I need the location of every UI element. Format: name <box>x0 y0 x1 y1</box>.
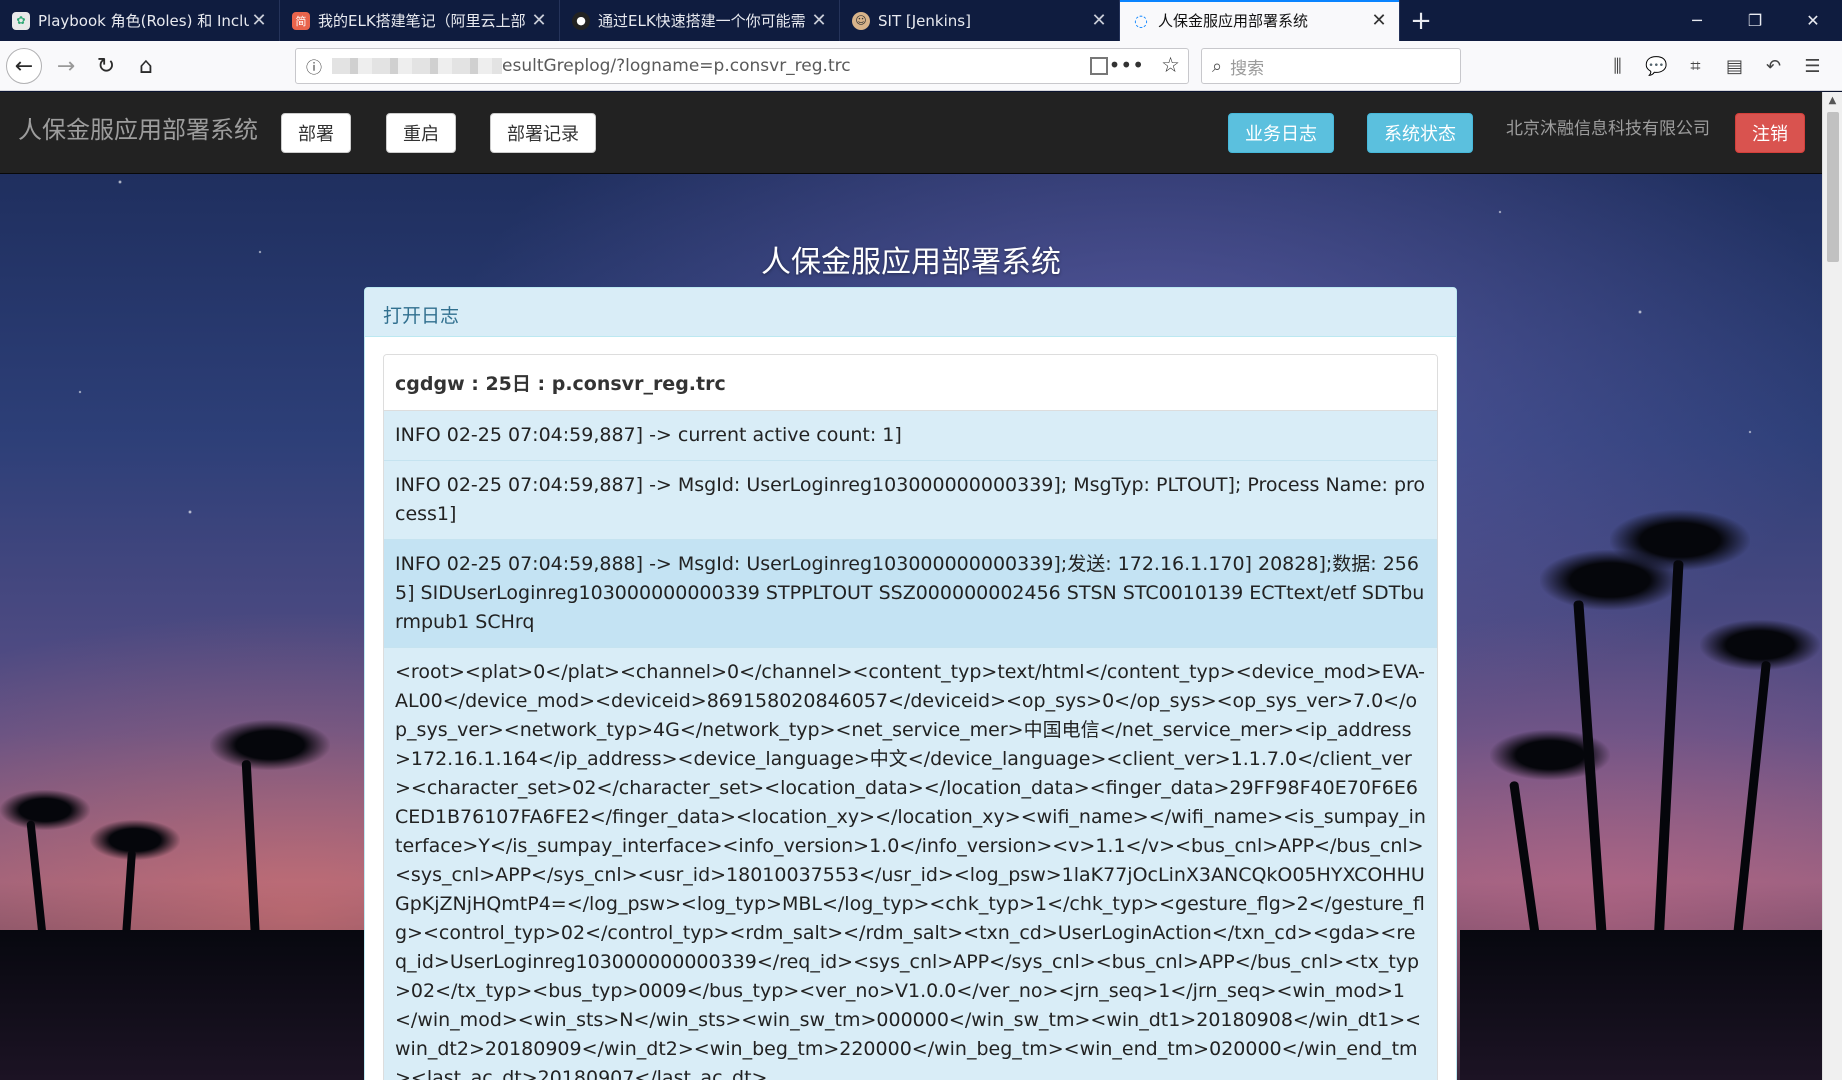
redacted-host <box>332 58 502 74</box>
forward-icon[interactable]: → <box>48 48 84 84</box>
back-icon[interactable]: ← <box>6 48 42 84</box>
page-scrollbar[interactable]: ▲ <box>1822 92 1842 1080</box>
browser-tabbar: ✿ Playbook 角色(Roles) 和 Inclu ✕ 简 我的ELK搭建… <box>0 0 1842 41</box>
sidebar-icon[interactable]: ▤ <box>1715 50 1754 82</box>
close-window-icon[interactable]: ✕ <box>1784 0 1842 41</box>
close-tab-icon[interactable]: ✕ <box>249 10 269 31</box>
jenkins-icon: ☺ <box>852 11 870 30</box>
toolbar-icons: ⫼ 💬 ⌗ ▤ ↶ ☰ <box>1598 50 1832 82</box>
panel-heading: 打开日志 <box>365 288 1456 337</box>
library-icon[interactable]: ⫼ <box>1598 50 1637 82</box>
scroll-up-icon[interactable]: ▲ <box>1823 92 1842 110</box>
logout-button[interactable]: 注销 <box>1735 113 1805 153</box>
screenshot-icon[interactable]: ⌗ <box>1676 50 1715 82</box>
tab-elk-guide[interactable]: ● 通过ELK快速搭建一个你可能需 ✕ <box>560 0 840 41</box>
restart-button[interactable]: 重启 <box>386 113 456 153</box>
close-tab-icon[interactable]: ✕ <box>1089 10 1109 31</box>
tab-title: SIT [Jenkins] <box>878 11 971 30</box>
deploy-button[interactable]: 部署 <box>281 113 351 153</box>
site-info-icon[interactable]: ⓘ <box>296 54 332 78</box>
log-panel: 打开日志 cgdgw : 25日 : p.consvr_reg.trc INFO… <box>364 287 1457 1080</box>
qr-code-icon[interactable] <box>1090 57 1108 75</box>
home-icon[interactable]: ⌂ <box>128 48 164 84</box>
close-tab-icon[interactable]: ✕ <box>529 10 549 31</box>
tab-elk-notes[interactable]: 简 我的ELK搭建笔记（阿里云上部 ✕ <box>280 0 560 41</box>
log-line-xml: <root><plat>0</plat><channel>0</channel>… <box>384 648 1437 1080</box>
loading-icon: ◌ <box>1134 11 1148 30</box>
tab-title: Playbook 角色(Roles) 和 Inclu <box>38 12 249 30</box>
github-icon: ● <box>572 11 590 30</box>
minimize-icon[interactable]: ─ <box>1668 0 1726 41</box>
tab-title: 通过ELK快速搭建一个你可能需 <box>598 12 806 30</box>
new-tab-icon[interactable]: + <box>1400 0 1442 41</box>
log-line: INFO 02-25 07:04:59,887] -> MsgId: UserL… <box>384 461 1437 540</box>
window-controls: ─ ❐ ✕ <box>1668 0 1842 41</box>
biz-log-button[interactable]: 业务日志 <box>1228 113 1334 153</box>
sys-status-button[interactable]: 系统状态 <box>1367 113 1473 153</box>
app-navbar: 人保金服应用部署系统 部署 重启 部署记录 业务日志 系统状态 北京沐融信息科技… <box>0 92 1822 174</box>
page-background: 人保金服应用部署系统 部署 重启 部署记录 业务日志 系统状态 北京沐融信息科技… <box>0 92 1822 1080</box>
log-line: INFO 02-25 07:04:59,887] -> current acti… <box>384 411 1437 461</box>
deploy-log-button[interactable]: 部署记录 <box>490 113 596 153</box>
search-placeholder: 搜索 <box>1230 58 1265 79</box>
reload-icon[interactable]: ↻ <box>88 48 124 84</box>
browser-toolbar: ← → ↻ ⌂ ⓘ esultGreplog/?logname=p.consvr… <box>0 41 1842 91</box>
company-name: 北京沐融信息科技有限公司 <box>1506 119 1710 139</box>
ansible-icon: ✿ <box>12 11 30 30</box>
restore-icon[interactable]: ❐ <box>1726 0 1784 41</box>
bookmark-star-icon[interactable]: ☆ <box>1161 53 1180 77</box>
undo-icon[interactable]: ↶ <box>1754 50 1793 82</box>
jianshu-icon: 简 <box>292 11 310 30</box>
log-list: cgdgw : 25日 : p.consvr_reg.trc INFO 02-2… <box>383 354 1438 1080</box>
tab-title: 我的ELK搭建笔记（阿里云上部 <box>318 12 526 30</box>
log-line: INFO 02-25 07:04:59,888] -> MsgId: UserL… <box>384 540 1437 648</box>
url-text: esultGreplog/?logname=p.consvr_reg.trc <box>502 56 851 76</box>
scrollbar-thumb[interactable] <box>1827 112 1839 262</box>
tab-deploy-system[interactable]: ◌ 人保金服应用部署系统 ✕ <box>1120 0 1400 41</box>
panel-body: cgdgw : 25日 : p.consvr_reg.trc INFO 02-2… <box>365 337 1456 1080</box>
close-tab-icon[interactable]: ✕ <box>809 10 829 31</box>
tab-title: 人保金服应用部署系统 <box>1158 12 1309 30</box>
search-input[interactable]: ⌕ 搜索 <box>1201 48 1461 84</box>
page-title: 人保金服应用部署系统 <box>761 245 1061 280</box>
page-actions-icon[interactable]: ••• <box>1109 53 1144 77</box>
close-tab-icon[interactable]: ✕ <box>1369 10 1389 31</box>
tab-jenkins[interactable]: ☺ SIT [Jenkins] ✕ <box>840 0 1120 41</box>
tab-ansible[interactable]: ✿ Playbook 角色(Roles) 和 Inclu ✕ <box>0 0 280 41</box>
address-bar[interactable]: ⓘ esultGreplog/?logname=p.consvr_reg.trc… <box>295 48 1189 84</box>
log-header: cgdgw : 25日 : p.consvr_reg.trc <box>384 355 1437 411</box>
search-icon: ⌕ <box>1212 55 1223 77</box>
app-brand[interactable]: 人保金服应用部署系统 <box>18 110 258 145</box>
chat-icon[interactable]: 💬 <box>1637 50 1676 82</box>
menu-icon[interactable]: ☰ <box>1793 50 1832 82</box>
